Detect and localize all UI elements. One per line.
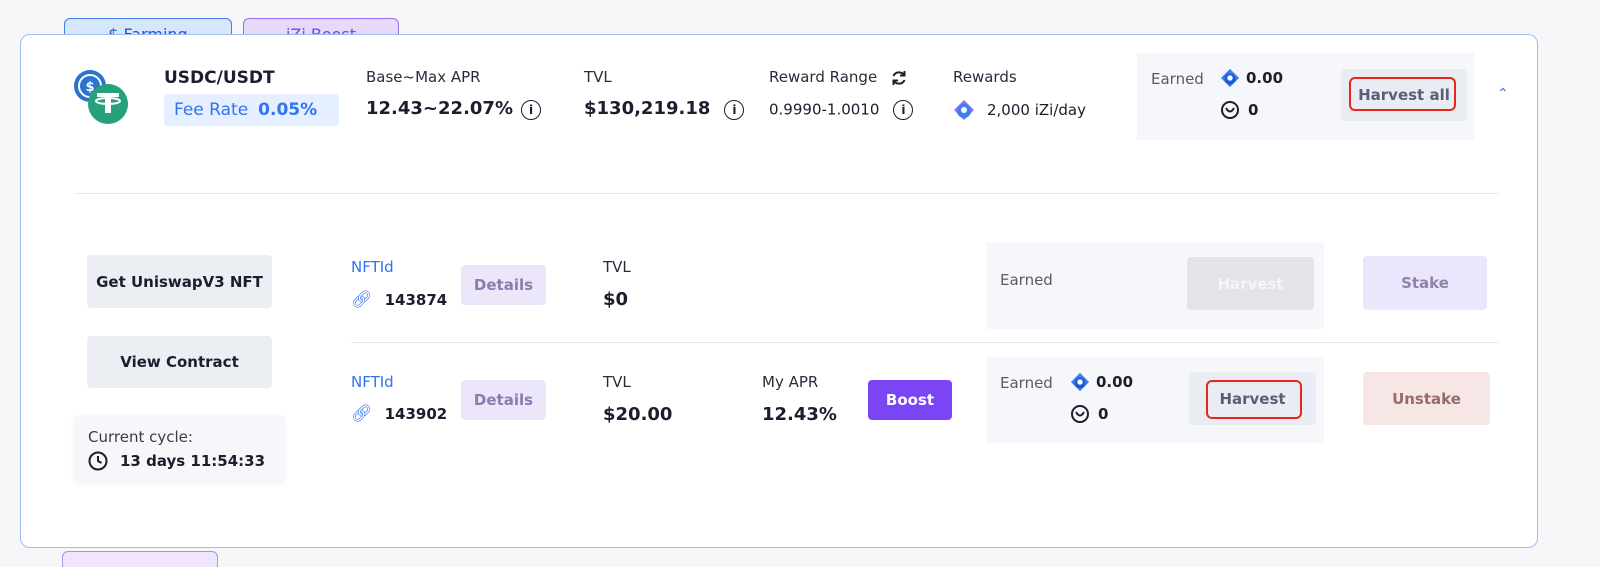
position-divider — [351, 342, 1498, 343]
nft-id-row[interactable]: 🔗︎ 143874 — [351, 290, 447, 310]
pool-earned-izi: 0.00 — [1220, 68, 1283, 88]
position-earned-label: Earned — [1000, 374, 1053, 392]
reward-token-icon — [1221, 101, 1239, 119]
position-tvl-value: $20.00 — [603, 404, 673, 425]
current-cycle-label: Current cycle: — [88, 428, 193, 446]
rewards-label: Rewards — [953, 68, 1017, 86]
view-contract-button[interactable]: View Contract — [87, 336, 272, 388]
nft-id-value: 143902 — [384, 405, 448, 423]
fee-rate-badge: Fee Rate 0.05% — [164, 94, 339, 126]
nft-id-value: 143874 — [384, 291, 448, 309]
current-cycle-value: 13 days 11:54:33 — [120, 452, 266, 470]
pool-earned-izi-value: 0.00 — [1246, 69, 1284, 87]
harvest-all-highlight — [1349, 77, 1456, 111]
apr-info-icon[interactable]: i — [521, 99, 541, 120]
pool-pair-name: USDC/USDT — [164, 68, 275, 88]
collapse-chevron-icon[interactable]: ⌃ — [1497, 86, 1509, 102]
unstake-button[interactable]: Unstake — [1363, 372, 1490, 425]
link-icon[interactable]: 🔗︎ — [351, 404, 373, 424]
position-earned-other: 0 — [1070, 404, 1108, 424]
position-tvl-value: $0 — [603, 289, 629, 310]
my-apr-label: My APR — [762, 373, 819, 391]
nft-id-label: NFTId — [351, 258, 394, 276]
harvest-highlight — [1206, 380, 1302, 419]
apr-value: 12.43~22.07% — [366, 98, 513, 119]
clock-icon — [88, 451, 108, 471]
boost-button[interactable]: Boost — [868, 380, 952, 420]
pool-earned-other-value: 0 — [1248, 101, 1259, 119]
nft-id-row[interactable]: 🔗︎ 143902 — [351, 404, 447, 424]
position-tvl-label: TVL — [603, 258, 631, 276]
refresh-icon[interactable] — [890, 69, 908, 87]
get-uniswap-nft-button[interactable]: Get UniswapV3 NFT — [87, 255, 272, 308]
izi-token-icon — [1070, 372, 1090, 392]
reward-range-info-icon[interactable]: i — [893, 100, 914, 120]
pool-earned-other: 0 — [1220, 100, 1258, 120]
details-button[interactable]: Details — [461, 380, 546, 420]
reward-range-block: 0.9990-1.0010 i — [769, 100, 914, 120]
position-earned-other-value: 0 — [1098, 405, 1109, 423]
apr-label: Base~Max APR — [366, 68, 481, 86]
tvl-block: $130,219.18 i — [584, 98, 745, 120]
rewards-block: 2,000 iZi/day — [953, 99, 1086, 121]
fee-rate-value: 0.05% — [258, 100, 318, 120]
reward-range-value: 0.9990-1.0010 — [769, 100, 880, 119]
usdc-usdt-pair-icon: $ — [74, 70, 128, 124]
my-apr-value: 12.43% — [762, 404, 837, 425]
izi-token-icon — [1220, 68, 1240, 88]
tvl-value: $130,219.18 — [584, 98, 711, 119]
harvest-button-disabled[interactable]: Harvest — [1187, 257, 1314, 310]
position-tvl-label: TVL — [603, 373, 631, 391]
nft-id-label: NFTId — [351, 373, 394, 391]
rewards-value: 2,000 iZi/day — [987, 101, 1086, 119]
current-cycle-row: 13 days 11:54:33 — [88, 451, 265, 471]
reward-range-label: Reward Range — [769, 68, 878, 86]
reward-token-icon — [1071, 405, 1089, 423]
link-icon[interactable]: 🔗︎ — [351, 290, 373, 310]
reward-range-header: Reward Range — [769, 68, 908, 87]
pool-earned-label: Earned — [1151, 70, 1204, 88]
fee-rate-label: Fee Rate — [174, 100, 249, 120]
izi-token-icon — [954, 100, 974, 120]
tvl-info-icon[interactable]: i — [724, 99, 745, 120]
header-divider — [74, 193, 1498, 194]
apr-block: 12.43~22.07% i — [366, 98, 541, 120]
position-earned-label: Earned — [1000, 271, 1053, 289]
position-earned-izi: 0.00 — [1070, 372, 1133, 392]
tvl-label: TVL — [584, 68, 612, 86]
details-button[interactable]: Details — [461, 265, 546, 305]
position-earned-izi-value: 0.00 — [1096, 373, 1134, 391]
stake-button[interactable]: Stake — [1363, 256, 1487, 310]
next-card-tag — [62, 551, 218, 567]
current-cycle-box — [74, 415, 285, 482]
